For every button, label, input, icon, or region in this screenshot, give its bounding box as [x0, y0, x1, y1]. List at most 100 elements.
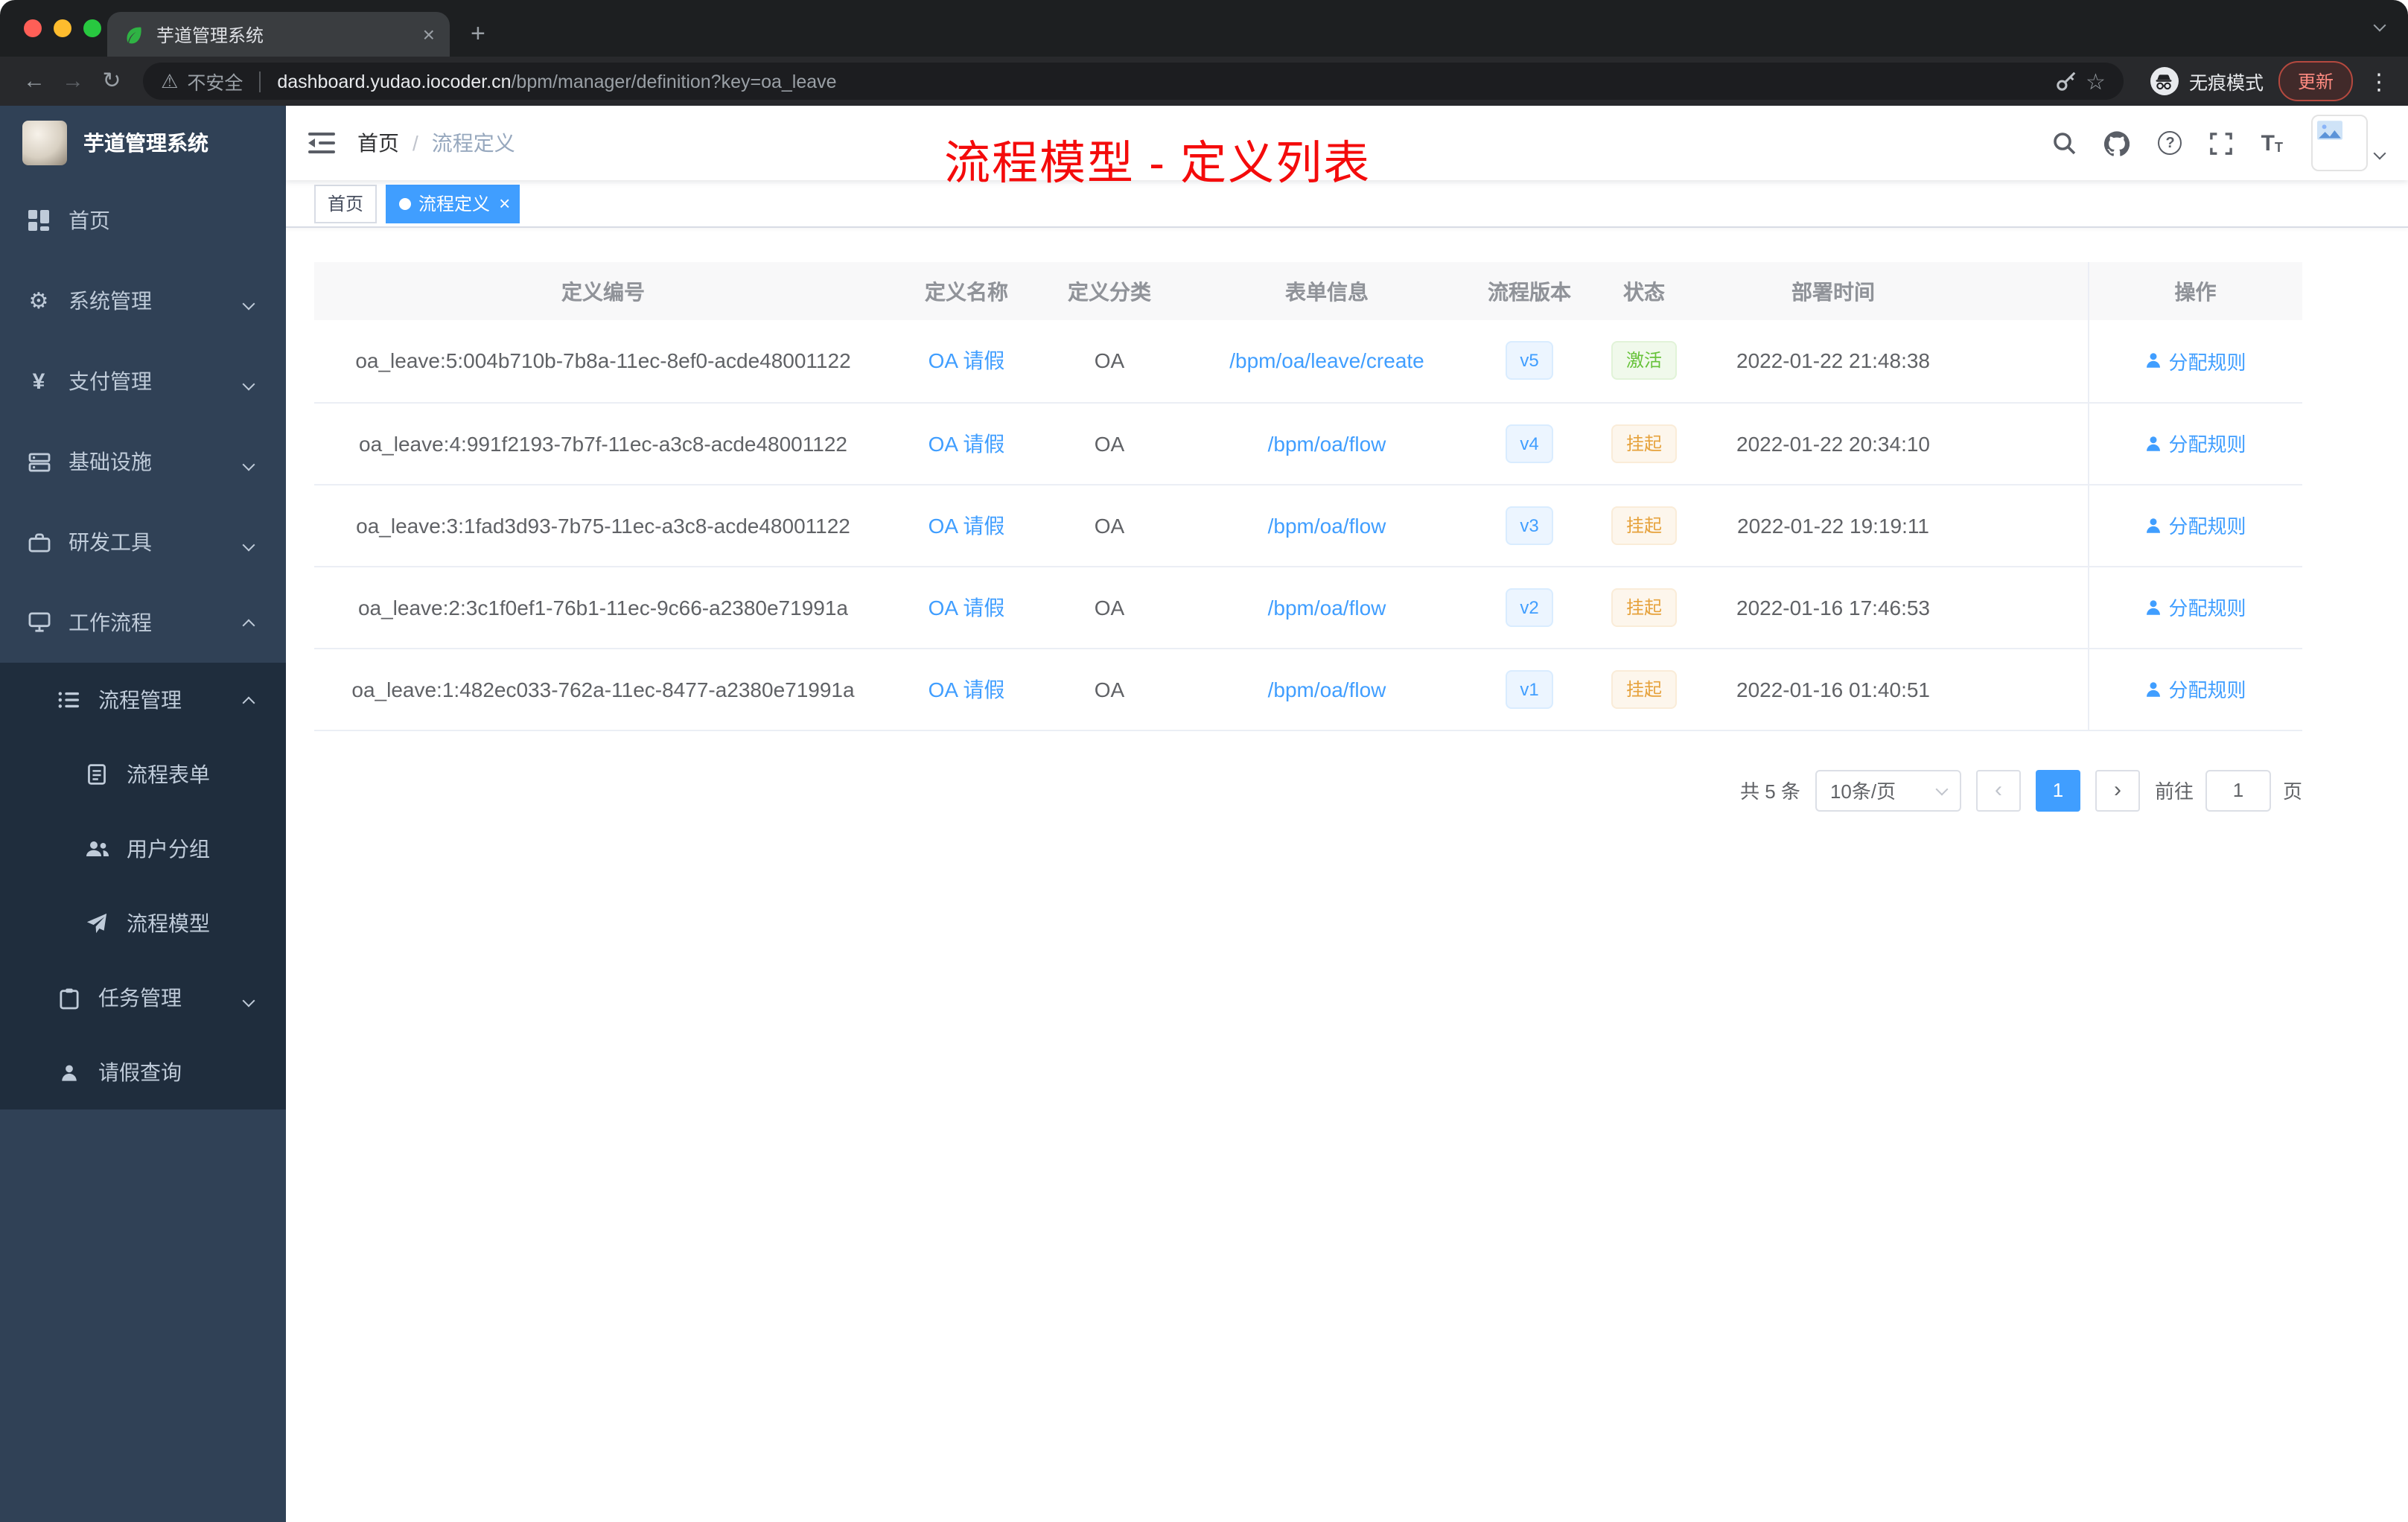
next-page-button[interactable]: › — [2095, 769, 2140, 811]
sidebar-item-payment[interactable]: ¥ 支付管理 — [0, 341, 286, 421]
address-bar[interactable]: ⚠ 不安全 dashboard.yudao.iocoder.cn/bpm/man… — [143, 63, 2124, 100]
breadcrumb-current: 流程定义 — [431, 131, 515, 155]
column-header-filler — [1961, 262, 2088, 320]
breadcrumb-home[interactable]: 首页 — [357, 128, 399, 158]
sidebar-item-label: 首页 — [69, 208, 110, 232]
pagination: 共 5 条 10条/页 ‹ 1 › 前往 页 — [314, 769, 2302, 811]
assign-rule-button[interactable]: 分配规则 — [2144, 347, 2246, 375]
avatar — [2311, 115, 2368, 171]
back-button[interactable]: ← — [15, 70, 54, 92]
page-content: 定义编号 定义名称 定义分类 表单信息 流程版本 状态 部署时间 操作 oa_l… — [286, 228, 2408, 811]
github-icon[interactable] — [2104, 130, 2130, 156]
screenshot-root: 芋道管理系统 × + ← → ↻ ⚠ 不安全 dashboard.yudao.i… — [0, 0, 2408, 1522]
bookmark-star-icon[interactable]: ☆ — [2086, 68, 2106, 95]
update-button[interactable]: 更新 — [2278, 61, 2353, 101]
form-link[interactable]: /bpm/oa/flow — [1268, 513, 1386, 537]
browser-tab[interactable]: 芋道管理系统 × — [107, 12, 450, 57]
table-row: oa_leave:1:482ec033-762a-11ec-8477-a2380… — [314, 648, 2302, 730]
sidebar-item-task-management[interactable]: 任务管理 — [0, 961, 286, 1035]
definition-name-link[interactable]: OA 请假 — [929, 677, 1005, 701]
sidebar-item-process-management[interactable]: 流程管理 — [0, 663, 286, 737]
status-badge: 挂起 — [1611, 424, 1677, 462]
cell-id: oa_leave:3:1fad3d93-7b75-11ec-a3c8-acde4… — [314, 484, 892, 567]
form-link[interactable]: /bpm/oa/flow — [1268, 431, 1386, 455]
assign-rule-button[interactable]: 分配规则 — [2144, 675, 2246, 703]
page-size-select[interactable]: 10条/页 — [1815, 769, 1961, 811]
definition-table: 定义编号 定义名称 定义分类 表单信息 流程版本 状态 部署时间 操作 oa_l… — [314, 262, 2302, 730]
current-page-button[interactable]: 1 — [2035, 769, 2080, 811]
window-close-button[interactable] — [24, 19, 42, 37]
version-badge: v4 — [1505, 424, 1554, 462]
definition-name-link[interactable]: OA 请假 — [929, 349, 1005, 373]
font-size-icon[interactable]: TT — [2261, 132, 2283, 154]
chevron-down-icon — [2373, 19, 2386, 32]
yen-icon: ¥ — [32, 369, 45, 394]
chevron-down-icon — [1935, 782, 1949, 795]
sidebar-item-label: 任务管理 — [98, 986, 182, 1010]
window-zoom-button[interactable] — [83, 19, 101, 37]
sidebar-item-process-form[interactable]: 流程表单 — [0, 737, 286, 812]
sidebar-item-dev-tools[interactable]: 研发工具 — [0, 502, 286, 582]
active-dot — [399, 197, 412, 209]
hamburger-icon[interactable] — [286, 131, 357, 155]
search-icon[interactable] — [2053, 131, 2077, 155]
tag-home[interactable]: 首页 — [314, 184, 378, 223]
tag-close-icon[interactable]: × — [499, 194, 510, 213]
help-icon[interactable]: ? — [2158, 131, 2182, 155]
chevron-down-icon — [2373, 138, 2386, 165]
fullscreen-icon[interactable] — [2210, 132, 2233, 154]
sidebar-logo[interactable]: 芋道管理系统 — [0, 106, 286, 180]
sidebar-item-workflow[interactable]: 工作流程 — [0, 582, 286, 663]
sidebar-item-label: 流程表单 — [127, 762, 210, 786]
sidebar-item-label: 请假查询 — [98, 1060, 182, 1084]
sidebar-item-leave-query[interactable]: 请假查询 — [0, 1035, 286, 1109]
sidebar-item-process-model[interactable]: 流程模型 — [0, 886, 286, 961]
assign-rule-button[interactable]: 分配规则 — [2144, 593, 2246, 621]
chevron-down-icon — [242, 530, 255, 554]
assign-rule-button[interactable]: 分配规则 — [2144, 511, 2246, 539]
sidebar-item-home[interactable]: 首页 — [0, 180, 286, 261]
tab-close-icon[interactable]: × — [423, 24, 435, 45]
form-link[interactable]: /bpm/oa/flow — [1268, 595, 1386, 619]
sidebar-item-infrastructure[interactable]: 基础设施 — [0, 421, 286, 502]
assign-rule-button[interactable]: 分配规则 — [2144, 429, 2246, 457]
new-tab-button[interactable]: + — [471, 21, 485, 46]
status-badge: 挂起 — [1611, 506, 1677, 544]
sidebar-item-user-group[interactable]: 用户分组 — [0, 812, 286, 886]
goto-page-input[interactable] — [2205, 769, 2271, 811]
tag-process-definition[interactable]: 流程定义 × — [386, 184, 520, 223]
form-link[interactable]: /bpm/oa/leave/create — [1229, 349, 1424, 373]
definition-name-link[interactable]: OA 请假 — [929, 513, 1005, 537]
prev-page-button[interactable]: ‹ — [1975, 769, 2021, 811]
status-badge: 挂起 — [1611, 588, 1677, 626]
monitor-icon — [27, 612, 51, 633]
cell-deploy-time: 2022-01-16 01:40:51 — [1705, 648, 1961, 730]
forward-button[interactable]: → — [54, 70, 92, 92]
url-path: /bpm/manager/definition?key=oa_leave — [511, 71, 837, 92]
incognito-label: 无痕模式 — [2188, 73, 2264, 94]
chevron-up-icon — [242, 688, 255, 712]
table-row: oa_leave:5:004b710b-7b8a-11ec-8ef0-acde4… — [314, 320, 2302, 403]
tab-favicon-leaf-icon — [122, 23, 144, 45]
user-avatar-menu[interactable] — [2311, 115, 2386, 171]
cell-deploy-time: 2022-01-22 21:48:38 — [1705, 320, 1961, 403]
url-domain: dashboard.yudao.iocoder.cn — [277, 71, 512, 92]
sidebar-item-label: 流程模型 — [127, 911, 210, 935]
cell-id: oa_leave:1:482ec033-762a-11ec-8477-a2380… — [314, 648, 892, 730]
password-key-icon[interactable] — [2054, 70, 2077, 92]
reload-button[interactable]: ↻ — [92, 70, 131, 92]
column-header-category: 定义分类 — [1041, 262, 1178, 320]
security-warning-icon[interactable]: ⚠ — [161, 69, 178, 93]
form-link[interactable]: /bpm/oa/flow — [1268, 677, 1386, 701]
window-controls — [24, 19, 101, 37]
sidebar-item-system[interactable]: ⚙ 系统管理 — [0, 261, 286, 341]
tab-search-button[interactable] — [2373, 10, 2386, 37]
goto-label: 前往 — [2154, 780, 2194, 803]
browser-menu-button[interactable]: ⋮ — [2368, 68, 2390, 95]
definition-name-link[interactable]: OA 请假 — [929, 431, 1005, 455]
user-icon — [2147, 518, 2161, 532]
logo-avatar — [22, 121, 67, 165]
window-minimize-button[interactable] — [54, 19, 71, 37]
definition-name-link[interactable]: OA 请假 — [929, 595, 1005, 619]
sidebar: 芋道管理系统 首页 ⚙ 系统管理 ¥ 支付管理 基础设施 研发工具 工作流程 流… — [0, 106, 286, 1522]
